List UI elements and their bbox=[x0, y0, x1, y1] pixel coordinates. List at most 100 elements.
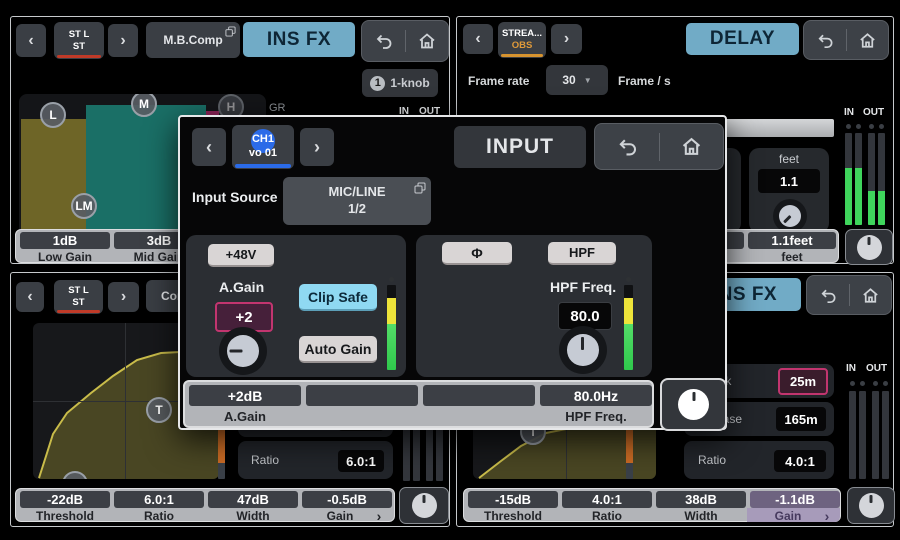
copy-icon bbox=[414, 182, 426, 194]
phantom-power-button[interactable]: +48V bbox=[208, 244, 274, 267]
undo-icon[interactable] bbox=[614, 134, 639, 159]
param-cell-threshold[interactable]: -22dB bbox=[20, 491, 110, 508]
out-label: OUT bbox=[863, 107, 884, 118]
modal-title: INPUT bbox=[454, 126, 586, 168]
param-cell[interactable] bbox=[423, 385, 535, 406]
next-channel-button[interactable]: › bbox=[551, 24, 582, 54]
param-label-hpf: HPF Freq. bbox=[540, 409, 652, 424]
hpf-freq-knob[interactable] bbox=[559, 326, 607, 374]
phase-button[interactable]: Φ bbox=[442, 242, 512, 265]
param-cell-threshold[interactable]: -15dB bbox=[468, 491, 558, 508]
home-icon[interactable] bbox=[416, 30, 438, 52]
frame-rate-label: Frame rate bbox=[468, 74, 529, 88]
chevron-right-icon[interactable]: › bbox=[820, 508, 834, 524]
param-label-ratio: Ratio bbox=[562, 509, 652, 523]
param-label-width: Width bbox=[208, 509, 298, 523]
threshold-marker[interactable]: T bbox=[146, 397, 172, 423]
chevron-right-icon[interactable]: › bbox=[372, 508, 386, 524]
next-channel-button[interactable]: › bbox=[108, 282, 139, 312]
ratio-row: Ratio 4.0:1 bbox=[684, 441, 834, 479]
touch-knob-button[interactable] bbox=[845, 229, 893, 265]
prev-channel-button[interactable]: ‹ bbox=[16, 24, 46, 57]
undo-icon[interactable] bbox=[817, 285, 838, 306]
frame-rate-dropdown[interactable]: 30 ▼ bbox=[546, 65, 608, 95]
channel-select-button[interactable]: STREA... OBS bbox=[498, 22, 546, 58]
next-channel-button[interactable]: › bbox=[108, 24, 138, 57]
hpf-button[interactable]: HPF bbox=[548, 242, 616, 265]
undo-icon[interactable] bbox=[814, 30, 835, 51]
in-label: IN bbox=[844, 107, 854, 118]
feet-label: feet bbox=[749, 152, 829, 166]
auto-gain-button[interactable]: Auto Gain bbox=[299, 336, 377, 363]
gr-label: GR bbox=[269, 102, 286, 114]
touch-knob-button[interactable] bbox=[660, 378, 727, 431]
feet-knob[interactable] bbox=[773, 199, 807, 233]
param-cell[interactable] bbox=[306, 385, 418, 406]
divider bbox=[659, 133, 660, 161]
clip-safe-button[interactable]: Clip Safe bbox=[299, 284, 377, 311]
ratio-label: Ratio bbox=[251, 453, 279, 467]
touch-knob-button[interactable] bbox=[399, 487, 449, 524]
param-cell-feet[interactable]: 1.1feet bbox=[748, 232, 836, 249]
one-knob-button[interactable]: 1 1-knob bbox=[362, 69, 438, 97]
analog-gain-card: +48V A.Gain +2 Clip Safe Auto Gain bbox=[186, 235, 406, 377]
prev-channel-button[interactable]: ‹ bbox=[192, 128, 226, 166]
system-buttons bbox=[803, 20, 889, 60]
feet-value[interactable]: 1.1 bbox=[758, 169, 820, 193]
param-cell-ratio[interactable]: 4.0:1 bbox=[562, 491, 652, 508]
frame-rate-unit: Frame / s bbox=[618, 74, 671, 88]
in-meter-r bbox=[855, 133, 862, 225]
post-hpf-meter bbox=[624, 285, 633, 370]
param-cell-again[interactable]: +2dB bbox=[189, 385, 301, 406]
dropdown-arrow-icon: ▼ bbox=[584, 76, 592, 85]
next-channel-button[interactable]: › bbox=[300, 128, 334, 166]
again-label: A.Gain bbox=[219, 279, 264, 295]
screen-title-delay[interactable]: DELAY bbox=[686, 23, 799, 55]
prev-channel-button[interactable]: ‹ bbox=[16, 282, 44, 312]
channel-select-button[interactable]: ST L ST bbox=[54, 280, 103, 314]
param-cell-width[interactable]: 47dB bbox=[208, 491, 298, 508]
release-value[interactable]: 165m bbox=[776, 407, 826, 431]
chevron-right-icon: › bbox=[564, 30, 569, 48]
channel-color-bar bbox=[235, 164, 291, 168]
ratio-value[interactable]: 4.0:1 bbox=[774, 450, 826, 472]
undo-icon[interactable] bbox=[372, 30, 394, 52]
prev-channel-button[interactable]: ‹ bbox=[463, 24, 493, 54]
chevron-left-icon: ‹ bbox=[27, 288, 32, 306]
chevron-right-icon: › bbox=[121, 288, 126, 306]
param-cell-width[interactable]: 38dB bbox=[656, 491, 746, 508]
input-source-button[interactable]: MIC/LINE 1/2 bbox=[283, 177, 431, 225]
home-icon[interactable] bbox=[679, 134, 704, 159]
again-knob[interactable] bbox=[219, 327, 267, 375]
out-meter-r bbox=[882, 391, 889, 479]
param-cell-low-gain[interactable]: 1dB bbox=[20, 232, 110, 249]
channel-select-button[interactable]: ST L ST bbox=[54, 22, 104, 59]
param-cell-gain-selected[interactable]: -1.1dB bbox=[750, 491, 840, 508]
in-meter-l bbox=[849, 391, 856, 479]
param-cell-ratio[interactable]: 6.0:1 bbox=[114, 491, 204, 508]
system-buttons bbox=[594, 123, 724, 170]
param-cell-hpf[interactable]: 80.0Hz bbox=[540, 385, 652, 406]
home-icon[interactable] bbox=[860, 285, 881, 306]
system-buttons bbox=[806, 275, 892, 315]
in-label: IN bbox=[846, 363, 856, 374]
lm-crossover-marker[interactable]: LM bbox=[71, 193, 97, 219]
screen-title-insfx[interactable]: INS FX bbox=[243, 22, 355, 57]
channel-select-button[interactable]: CH1 vo 01 bbox=[232, 125, 294, 169]
system-buttons bbox=[361, 20, 449, 62]
channel-color-bar bbox=[501, 54, 543, 57]
param-label-width: Width bbox=[656, 509, 746, 523]
low-gain-marker[interactable]: L bbox=[40, 102, 66, 128]
fx-preset-button[interactable]: M.B.Comp bbox=[146, 22, 240, 58]
param-cell-gain[interactable]: -0.5dB bbox=[302, 491, 392, 508]
param-label-gain: Gain bbox=[302, 509, 378, 523]
out-meter-l bbox=[872, 391, 879, 479]
param-label-feet: feet bbox=[748, 250, 836, 264]
attack-value[interactable]: 25m bbox=[778, 368, 828, 395]
home-icon[interactable] bbox=[857, 30, 878, 51]
hpf-freq-label: HPF Freq. bbox=[550, 279, 616, 295]
chevron-left-icon: ‹ bbox=[206, 137, 212, 158]
touch-knob-button[interactable] bbox=[847, 487, 895, 524]
ratio-value[interactable]: 6.0:1 bbox=[338, 450, 384, 472]
knob-icon bbox=[857, 235, 882, 260]
